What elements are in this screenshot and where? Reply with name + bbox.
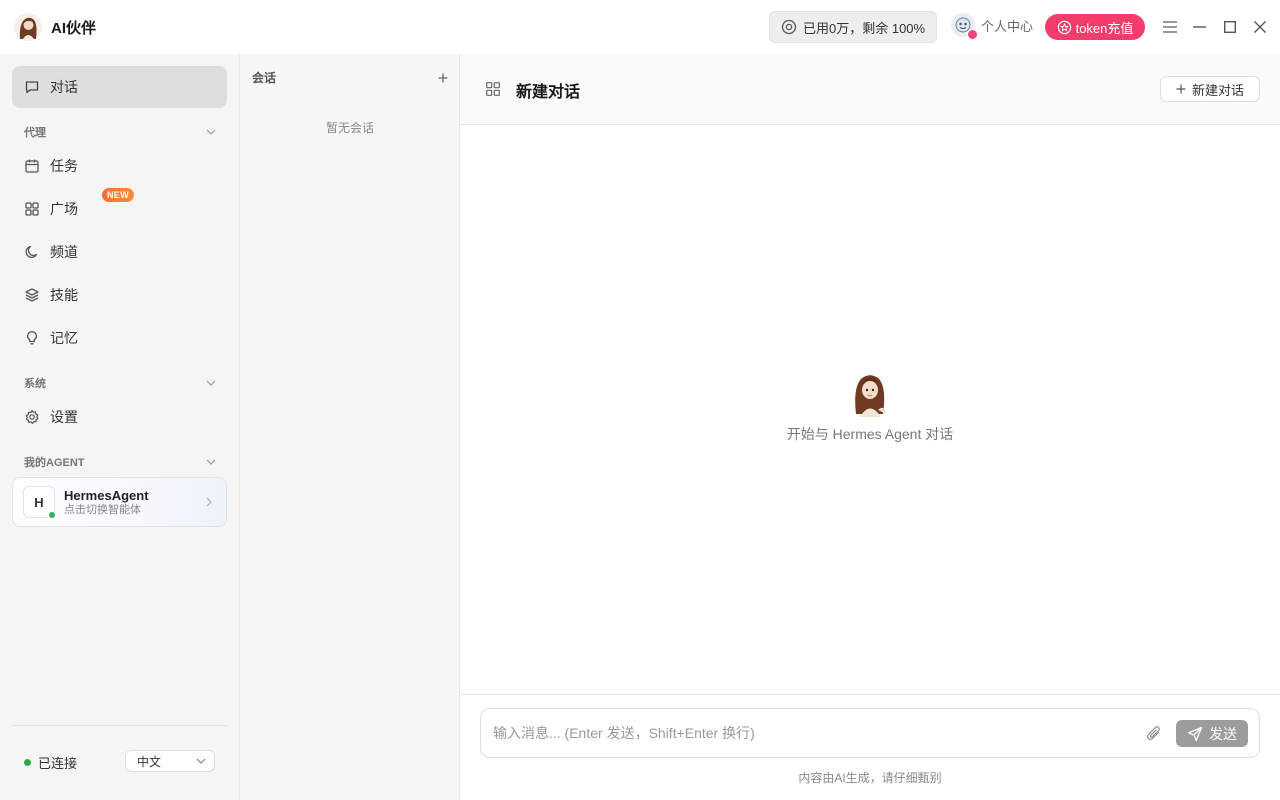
add-session-icon[interactable] [438, 73, 448, 83]
chevron-down-icon [206, 380, 216, 386]
sessions-panel: 会话 暂无会话 [240, 54, 460, 800]
agent-switcher-card[interactable]: H HermesAgent 点击切换智能体 [12, 477, 227, 527]
chat-main: 新建对话 新建对话 开始与 Hermes Agent 对话 输入消息... (E… [460, 54, 1280, 800]
sidebar-item-label: 任务 [50, 158, 78, 174]
sidebar-item-label: 技能 [50, 287, 78, 303]
agent-name: HermesAgent [64, 487, 149, 503]
section-header-my-agent[interactable]: 我的AGENT [24, 454, 216, 470]
ai-disclaimer: 内容由AI生成，请仔细甄别 [798, 771, 942, 785]
sidebar-item-channels[interactable]: 频道 [12, 231, 227, 273]
verified-badge-icon [967, 29, 978, 40]
user-avatar [951, 13, 978, 40]
sidebar-item-memory[interactable]: 记忆 [12, 317, 227, 359]
paperclip-icon[interactable] [1146, 724, 1162, 742]
language-select[interactable]: 中文 [125, 750, 215, 772]
sidebar-item-chat[interactable]: 对话 [12, 66, 227, 108]
sidebar-divider [12, 725, 227, 726]
message-composer: 发送 [480, 708, 1260, 758]
page-title: 新建对话 [516, 84, 581, 101]
send-button[interactable]: 发送 [1176, 720, 1248, 747]
moon-icon [25, 245, 38, 259]
welcome-text: 开始与 Hermes Agent 对话 [786, 426, 954, 442]
gear-icon [25, 409, 39, 424]
close-button[interactable] [1248, 15, 1272, 39]
sidebar-item-label: 频道 [50, 244, 78, 260]
app-brand: AI伙伴 [14, 13, 96, 41]
minimize-button[interactable] [1188, 15, 1212, 39]
agent-subtitle: 点击切换智能体 [64, 503, 141, 516]
sidebar-item-label: 广场 [50, 201, 78, 217]
section-title: 代理 [24, 127, 46, 139]
language-value: 中文 [137, 754, 162, 769]
lightbulb-icon [27, 331, 37, 345]
maximize-button[interactable] [1218, 15, 1242, 39]
minimize-icon [1193, 26, 1206, 28]
new-chat-button[interactable]: 新建对话 [1160, 76, 1260, 102]
status-dot [24, 759, 31, 766]
usage-icon [781, 19, 797, 35]
message-input[interactable] [493, 722, 1133, 744]
star-badge-icon [1057, 20, 1071, 34]
send-icon [1187, 726, 1203, 741]
agent-info: HermesAgent 点击切换智能体 [64, 488, 197, 517]
plus-icon [1176, 84, 1186, 94]
sessions-header: 会话 [252, 69, 448, 86]
new-badge: NEW [102, 188, 134, 202]
chevron-down-icon [196, 758, 206, 764]
sidebar: 对话 代理 任务 广场 NEW 频道 技能 记忆 系统 设置 我的AGENT H… [0, 54, 240, 800]
usage-indicator[interactable]: 已用0万，剩余 100% [769, 11, 937, 43]
token-recharge-button[interactable]: token充值 [1045, 14, 1145, 40]
sidebar-item-label: 对话 [50, 79, 78, 95]
composer-area: 发送 内容由AI生成，请仔细甄别 [460, 694, 1280, 800]
section-title: 我的AGENT [24, 457, 85, 469]
connection-status-label: 已连接 [38, 756, 78, 771]
sidebar-item-skills[interactable]: 技能 [12, 274, 227, 316]
close-icon [1254, 21, 1266, 33]
usage-text: 已用0万，剩余 100% [803, 20, 926, 36]
section-title: 系统 [24, 378, 46, 390]
chevron-right-icon [206, 497, 212, 507]
sidebar-item-settings[interactable]: 设置 [12, 396, 227, 438]
token-label: token充值 [1075, 20, 1134, 36]
connection-status: 已连接 [24, 753, 77, 772]
agent-avatar: H [23, 486, 56, 519]
sessions-title: 会话 [252, 71, 277, 85]
section-header-system[interactable]: 系统 [24, 375, 216, 391]
calendar-icon [25, 159, 39, 173]
profile-label: 个人中心 [981, 18, 1034, 34]
send-label: 发送 [1209, 725, 1237, 742]
agent-avatar-illustration [855, 375, 886, 417]
sessions-empty-text: 暂无会话 [325, 121, 374, 135]
grid-icon [25, 202, 39, 216]
sidebar-item-label: 设置 [50, 409, 78, 425]
app-title: AI伙伴 [51, 19, 97, 37]
chat-bubble-icon [25, 81, 39, 94]
title-bar: AI伙伴 已用0万，剩余 100% 个人中心 token充值 [0, 0, 1280, 54]
sidebar-item-label: 记忆 [50, 330, 78, 346]
chat-header: 新建对话 新建对话 [460, 54, 1280, 125]
grid-toggle-icon[interactable] [486, 82, 500, 96]
menu-button[interactable] [1158, 15, 1182, 39]
maximize-icon [1224, 21, 1236, 33]
new-chat-label: 新建对话 [1191, 82, 1244, 98]
sidebar-item-tasks[interactable]: 任务 [12, 145, 227, 187]
chevron-down-icon [206, 459, 216, 465]
section-header-agent[interactable]: 代理 [24, 124, 216, 140]
profile-button[interactable]: 个人中心 [951, 13, 1034, 40]
agent-initial: H [34, 494, 44, 510]
welcome-empty-state: 开始与 Hermes Agent 对话 [460, 370, 1280, 444]
layers-icon [25, 288, 39, 302]
chevron-down-icon [206, 129, 216, 135]
menu-icon [1163, 21, 1177, 33]
app-logo-avatar-icon [14, 13, 42, 41]
online-status-dot [48, 511, 56, 519]
